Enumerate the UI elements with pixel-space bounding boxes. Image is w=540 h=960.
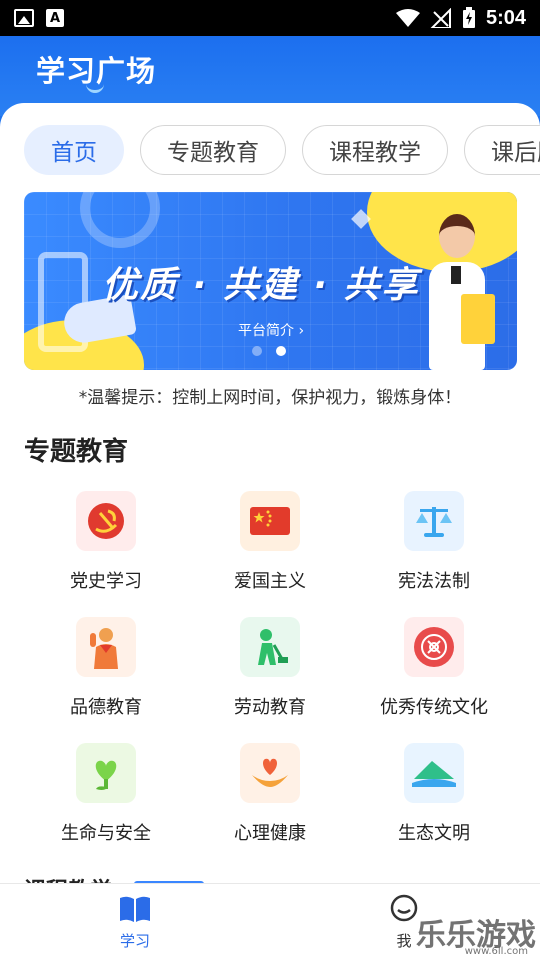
hands-heart-icon <box>240 743 300 803</box>
mountain-landscape-icon <box>404 743 464 803</box>
topic-label: 品德教育 <box>70 697 142 718</box>
text-app-notification-icon: A <box>46 9 64 27</box>
topic-traditional-culture[interactable]: 优秀传统文化 <box>352 617 516 719</box>
status-bar: A 5:04 <box>0 0 540 36</box>
scales-icon <box>404 491 464 551</box>
promo-banner[interactable]: 优质 · 共建 · 共享 平台简介 › <box>24 192 517 370</box>
banner-slogan: 优质 · 共建 · 共享 <box>102 265 420 306</box>
topic-mental-health[interactable]: 心理健康 <box>188 743 352 845</box>
topic-labor-education[interactable]: 劳动教育 <box>188 617 352 719</box>
teacher-illustration <box>423 214 495 370</box>
section-title-text: 课程教学 <box>24 873 112 883</box>
young-pioneer-icon <box>76 617 136 677</box>
tab-bar: 首页 专题教育 课程教学 课后服务 <box>24 125 540 175</box>
user-face-icon <box>390 894 418 922</box>
topic-moral-education[interactable]: 品德教育 <box>24 617 188 719</box>
section-title-course-teaching: 课程教学 <box>24 873 204 883</box>
title-smile-decoration <box>86 84 104 93</box>
platform-intro-label: 平台简介 <box>238 323 294 339</box>
nav-label: 我 <box>396 932 412 950</box>
watermark-url: www.6ll.com <box>464 946 528 957</box>
topic-grid: 党史学习 爱国主义 宪法法制 品德教育 劳动教育 优秀传统文化 生命与安全 心理… <box>24 491 516 845</box>
topic-label: 爱国主义 <box>234 571 306 592</box>
topic-life-safety[interactable]: 生命与安全 <box>24 743 188 845</box>
tab-topic-education[interactable]: 专题教育 <box>140 125 286 175</box>
teacher-book <box>461 294 495 344</box>
labor-worker-icon <box>240 617 300 677</box>
clock: 5:04 <box>485 6 526 29</box>
tab-course-teaching[interactable]: 课程教学 <box>302 125 448 175</box>
tab-home[interactable]: 首页 <box>24 125 124 175</box>
chinese-knot-icon <box>404 617 464 677</box>
book-icon <box>120 896 150 922</box>
teacher-head <box>439 214 475 258</box>
carousel-dot[interactable] <box>252 346 262 356</box>
topic-label: 优秀传统文化 <box>380 697 488 718</box>
nav-label: 学习 <box>119 932 150 950</box>
topic-label: 党史学习 <box>70 571 142 592</box>
tab-after-school[interactable]: 课后服务 <box>464 125 540 175</box>
carousel-dot-active[interactable] <box>276 346 286 356</box>
section-title-topic-education: 专题教育 <box>24 437 129 467</box>
battery-charging-icon <box>462 7 475 28</box>
topic-ecological-civilization[interactable]: 生态文明 <box>352 743 516 845</box>
nav-learn[interactable]: 学习 <box>85 894 185 951</box>
topic-label: 生态文明 <box>398 823 470 844</box>
topic-label: 劳动教育 <box>234 697 306 718</box>
topic-label: 生命与安全 <box>61 823 151 844</box>
party-emblem-icon <box>76 491 136 551</box>
national-flag-icon <box>240 491 300 551</box>
no-signal-icon <box>430 8 451 28</box>
reminder-tip: *温馨提示：控制上网时间，保护视力，锻炼身体！ <box>78 388 462 408</box>
heart-sprout-icon <box>76 743 136 803</box>
platform-intro-link[interactable]: 平台简介 › <box>238 320 304 340</box>
image-notification-icon <box>14 9 34 27</box>
topic-constitution-law[interactable]: 宪法法制 <box>352 491 516 593</box>
teacher-tie <box>451 266 461 284</box>
topic-label: 心理健康 <box>234 823 306 844</box>
wifi-icon <box>395 9 420 27</box>
topic-label: 宪法法制 <box>398 571 470 592</box>
main-content[interactable]: 首页 专题教育 课程教学 课后服务 优质 · 共建 · 共享 平台简介 › *温… <box>0 103 540 883</box>
topic-patriotism[interactable]: 爱国主义 <box>188 491 352 593</box>
chevron-right-icon: › <box>294 323 305 339</box>
carousel-indicator <box>252 346 286 356</box>
topic-party-history[interactable]: 党史学习 <box>24 491 188 593</box>
